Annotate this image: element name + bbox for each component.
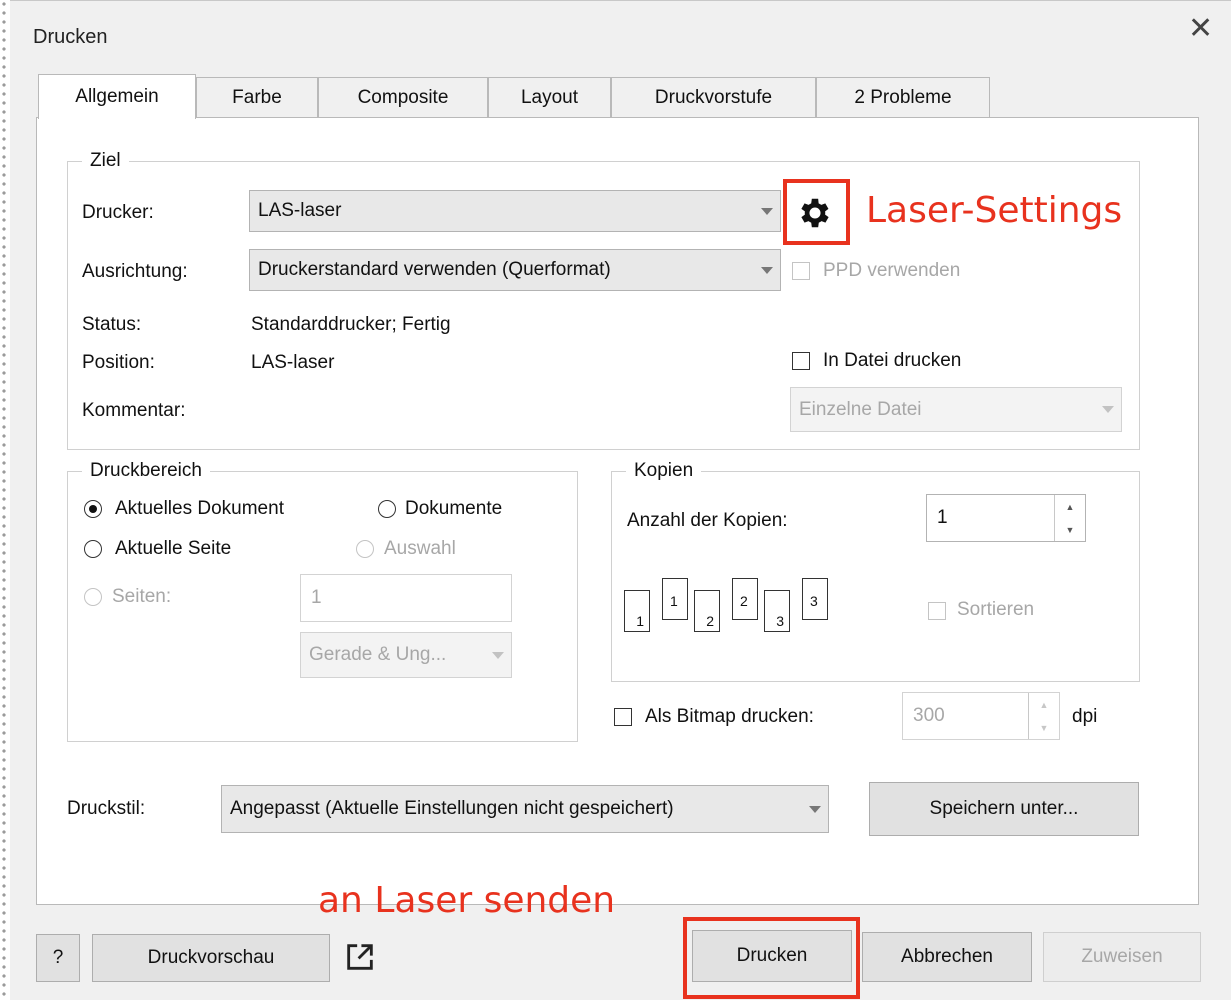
dokumente-label: Dokumente bbox=[405, 498, 503, 519]
chevron-down-icon bbox=[1095, 406, 1121, 413]
drucken-button[interactable]: Drucken bbox=[692, 930, 852, 982]
gear-icon[interactable] bbox=[796, 194, 834, 238]
dpi-stepper[interactable]: 300 ▲ ▼ bbox=[902, 692, 1060, 740]
chevron-down-icon bbox=[754, 266, 780, 274]
status-value: Standarddrucker; Fertig bbox=[251, 314, 451, 335]
ziel-legend: Ziel bbox=[90, 150, 121, 171]
tab-allgemein[interactable]: Allgemein bbox=[38, 74, 196, 119]
datei-mode-select[interactable]: Einzelne Datei bbox=[790, 387, 1122, 432]
abbrechen-button[interactable]: Abbrechen bbox=[862, 932, 1032, 982]
tab-probleme[interactable]: 2 Probleme bbox=[816, 77, 990, 117]
position-label: Position: bbox=[82, 352, 155, 373]
ausrichtung-value: Druckerstandard verwenden (Querformat) bbox=[258, 259, 611, 280]
seiten-label: Seiten: bbox=[112, 586, 172, 607]
druckstil-label: Druckstil: bbox=[67, 798, 146, 819]
an-laser-senden-annotation: an Laser senden bbox=[318, 880, 616, 921]
spin-up-icon[interactable]: ▲ bbox=[1029, 693, 1059, 716]
external-link-icon[interactable] bbox=[343, 940, 377, 980]
druckbereich-legend: Druckbereich bbox=[90, 460, 202, 481]
ppd-checkbox[interactable] bbox=[792, 262, 810, 280]
tab-composite[interactable]: Composite bbox=[318, 77, 488, 117]
window-title: Drucken bbox=[33, 26, 108, 48]
position-value: LAS-laser bbox=[251, 352, 335, 373]
auswahl-label: Auswahl bbox=[384, 538, 456, 559]
gerade-ungerade-value: Gerade & Ung... bbox=[309, 644, 447, 665]
speichern-unter-button[interactable]: Speichern unter... bbox=[869, 782, 1139, 836]
aktuelles-dokument-label: Aktuelles Dokument bbox=[115, 498, 284, 519]
radio-aktuelle-seite[interactable] bbox=[84, 540, 102, 558]
sortieren-label: Sortieren bbox=[957, 599, 1035, 620]
druckstil-value: Angepasst (Aktuelle Einstellungen nicht … bbox=[230, 798, 674, 819]
aktuelle-seite-label: Aktuelle Seite bbox=[115, 538, 232, 559]
copies-icon: 1 1 2 2 3 3 bbox=[624, 578, 834, 634]
laser-settings-annotation: Laser-Settings bbox=[866, 190, 1123, 231]
spin-down-icon[interactable]: ▼ bbox=[1055, 518, 1085, 541]
dpi-unit: dpi bbox=[1072, 706, 1098, 727]
drucker-label: Drucker: bbox=[82, 202, 154, 223]
in-datei-label: In Datei drucken bbox=[823, 350, 962, 371]
spin-up-icon[interactable]: ▲ bbox=[1055, 495, 1085, 518]
ppd-label: PPD verwenden bbox=[823, 260, 961, 281]
chevron-down-icon bbox=[802, 805, 828, 813]
spin-down-icon[interactable]: ▼ bbox=[1029, 716, 1059, 739]
bitmap-label: Als Bitmap drucken: bbox=[645, 706, 814, 727]
tab-farbe[interactable]: Farbe bbox=[196, 77, 318, 117]
anzahl-kopien-value: 1 bbox=[937, 507, 948, 528]
anzahl-kopien-stepper[interactable]: 1 ▲ ▼ bbox=[926, 494, 1086, 542]
chevron-down-icon bbox=[754, 207, 780, 215]
radio-dokumente[interactable] bbox=[378, 500, 396, 518]
help-button[interactable]: ? bbox=[36, 934, 80, 982]
bitmap-checkbox[interactable] bbox=[614, 708, 632, 726]
drucker-select[interactable]: LAS-laser bbox=[249, 190, 781, 232]
drucker-value: LAS-laser bbox=[258, 200, 342, 221]
dotted-edge-decoration bbox=[0, 0, 8, 999]
radio-aktuelles-dokument[interactable] bbox=[84, 500, 102, 518]
dpi-spin-buttons: ▲ ▼ bbox=[1028, 693, 1059, 739]
radio-seiten[interactable] bbox=[84, 588, 102, 606]
gerade-ungerade-select[interactable]: Gerade & Ung... bbox=[300, 632, 512, 678]
spin-buttons: ▲ ▼ bbox=[1054, 495, 1085, 541]
anzahl-kopien-label: Anzahl der Kopien: bbox=[627, 510, 788, 531]
ausrichtung-select[interactable]: Druckerstandard verwenden (Querformat) bbox=[249, 249, 781, 291]
sortieren-checkbox[interactable] bbox=[928, 602, 946, 620]
kopien-legend: Kopien bbox=[634, 460, 694, 481]
ausrichtung-label: Ausrichtung: bbox=[82, 261, 188, 282]
tab-layout[interactable]: Layout bbox=[488, 77, 611, 117]
einzelne-datei-value: Einzelne Datei bbox=[799, 398, 922, 420]
radio-auswahl[interactable] bbox=[356, 540, 374, 558]
seiten-input[interactable]: 1 bbox=[300, 574, 512, 622]
status-label: Status: bbox=[82, 314, 142, 335]
dpi-value: 300 bbox=[913, 705, 945, 726]
in-datei-checkbox[interactable] bbox=[792, 352, 810, 370]
close-icon[interactable]: ✕ bbox=[1188, 14, 1213, 44]
druckvorschau-button[interactable]: Druckvorschau bbox=[92, 934, 330, 982]
tab-druckvorstufe[interactable]: Druckvorstufe bbox=[611, 77, 816, 117]
kommentar-label: Kommentar: bbox=[82, 400, 186, 421]
chevron-down-icon bbox=[485, 651, 511, 659]
druckstil-select[interactable]: Angepasst (Aktuelle Einstellungen nicht … bbox=[221, 785, 829, 833]
zuweisen-button[interactable]: Zuweisen bbox=[1043, 932, 1201, 982]
